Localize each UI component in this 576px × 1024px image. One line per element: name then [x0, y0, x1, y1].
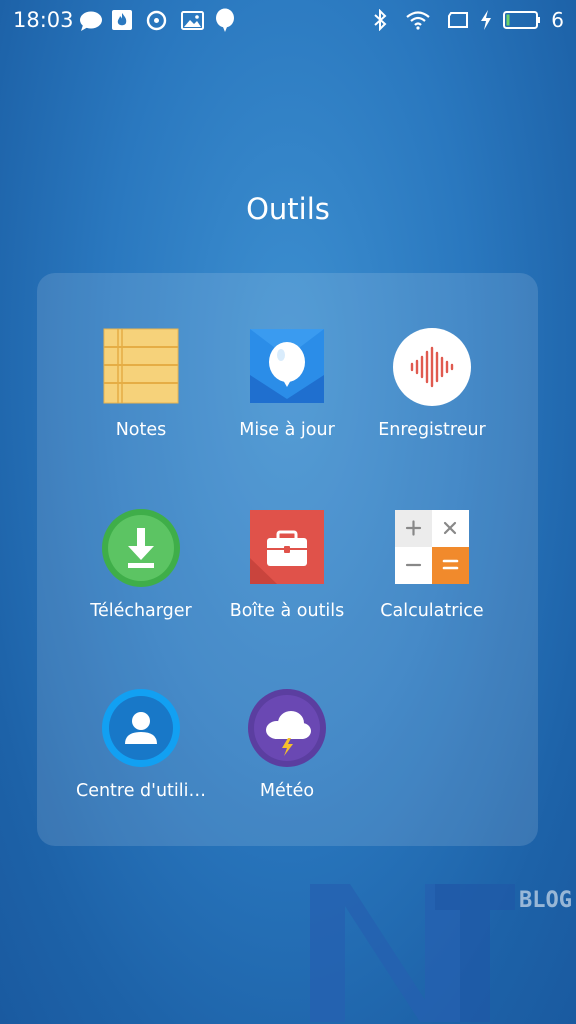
app-label: Boîte à outils: [229, 601, 345, 621]
notes-icon: [101, 327, 181, 407]
app-label: Notes: [115, 420, 167, 440]
balloon-icon: [216, 8, 234, 32]
battery-icon: [503, 11, 541, 29]
status-bar: 18:03 6: [0, 0, 576, 40]
update-balloon-icon: [247, 327, 327, 407]
image-icon: [181, 11, 204, 30]
folder-title[interactable]: Outils: [0, 192, 576, 226]
flame-app-icon: [112, 10, 132, 30]
bluetooth-icon: [374, 9, 387, 31]
screen-rotation-icon: [448, 12, 469, 28]
app-user-center[interactable]: Centre d'utili…: [66, 688, 216, 801]
app-update[interactable]: Mise à jour: [212, 327, 362, 440]
app-toolbox[interactable]: Boîte à outils: [212, 508, 362, 621]
download-icon: [101, 508, 181, 588]
toolbox-icon: [247, 508, 327, 588]
weather-icon: [247, 688, 327, 768]
recorder-icon: [392, 327, 472, 407]
battery-percent: 6: [551, 8, 564, 32]
chat-bubble-icon: [80, 11, 102, 31]
app-calculator[interactable]: Calculatrice: [357, 508, 507, 621]
app-label: Calculatrice: [380, 601, 484, 621]
app-label: Mise à jour: [239, 420, 335, 440]
app-label: Centre d'utili…: [75, 781, 207, 801]
app-notes[interactable]: Notes: [66, 327, 216, 440]
app-recorder[interactable]: Enregistreur: [357, 327, 507, 440]
app-download[interactable]: Télécharger: [66, 508, 216, 621]
wifi-icon: [406, 11, 430, 30]
user-center-icon: [101, 688, 181, 768]
watermark-blog-text: BLOG: [519, 888, 572, 913]
status-time: 18:03: [13, 8, 74, 32]
app-label: Télécharger: [90, 601, 192, 621]
app-weather[interactable]: Météo: [212, 688, 362, 801]
status-right: 6: [373, 8, 564, 32]
circle-app-icon: [146, 10, 167, 31]
app-label: Météo: [259, 781, 315, 801]
calculator-icon: [392, 508, 472, 588]
charging-icon: [481, 10, 492, 30]
app-label: Enregistreur: [378, 420, 486, 440]
n1-logo-watermark: [310, 884, 515, 1022]
